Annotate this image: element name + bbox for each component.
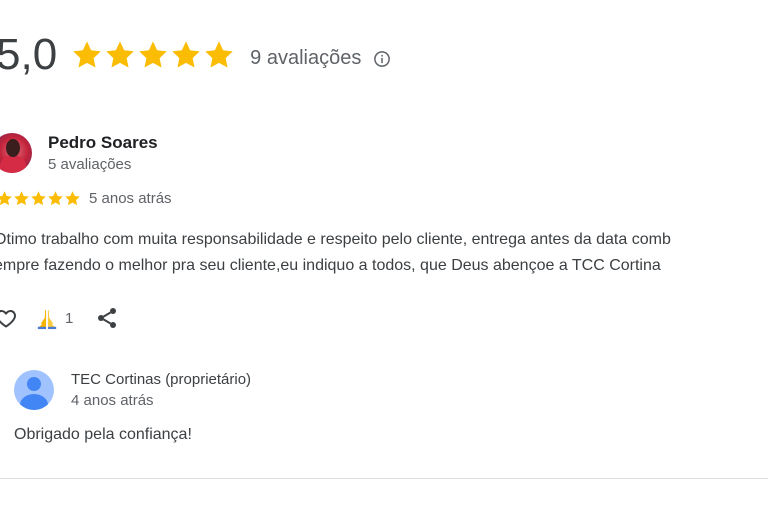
- owner-name: TEC Cortinas (proprietário): [71, 371, 252, 388]
- avatar-face: [6, 139, 20, 157]
- share-icon[interactable]: [95, 306, 119, 330]
- info-icon[interactable]: [373, 50, 391, 68]
- review-text-line: Otimo trabalho com muita responsabilidad…: [0, 231, 671, 248]
- star-icon: [205, 41, 233, 68]
- review-date: 5 anos atrás: [89, 190, 172, 207]
- total-review-count[interactable]: 9 avaliações: [250, 47, 361, 70]
- star-icon: [48, 191, 63, 206]
- rating-summary: 5,0 9 avaliações: [0, 30, 361, 80]
- average-score: 5,0: [0, 30, 58, 79]
- star-icon: [65, 191, 80, 206]
- avatar-head: [27, 377, 41, 391]
- review-text: Otimo trabalho com muita responsabilidad…: [0, 227, 768, 279]
- pray-reaction-count: 1: [65, 310, 74, 327]
- average-star-rating: [71, 39, 236, 71]
- avatar-body: [0, 155, 26, 173]
- star-icon: [139, 41, 167, 68]
- reviewer-avatar[interactable]: [0, 133, 32, 173]
- owner-reply-date: 4 anos atrás: [71, 392, 154, 409]
- review-text-line: empre fazendo o melhor pra seu cliente,e…: [0, 257, 661, 274]
- divider: [0, 478, 768, 479]
- heart-icon[interactable]: [0, 306, 18, 330]
- star-icon: [14, 191, 29, 206]
- star-icon: [0, 191, 12, 206]
- star-icon: [106, 41, 134, 68]
- review-star-rating: [0, 190, 81, 207]
- praying-hands-icon[interactable]: [36, 308, 58, 330]
- reviewer-name[interactable]: Pedro Soares: [48, 133, 158, 153]
- reviewer-review-count: 5 avaliações: [48, 156, 132, 173]
- owner-avatar: [14, 370, 54, 410]
- star-icon: [172, 41, 200, 68]
- owner-reply-text: Obrigado pela confiança!: [14, 426, 192, 443]
- avatar-shoulders: [20, 394, 48, 410]
- star-icon: [73, 41, 101, 68]
- review-page: 5,0 9 avaliações Pedro Soares 5 avaliaçõ…: [0, 0, 768, 512]
- star-icon: [31, 191, 46, 206]
